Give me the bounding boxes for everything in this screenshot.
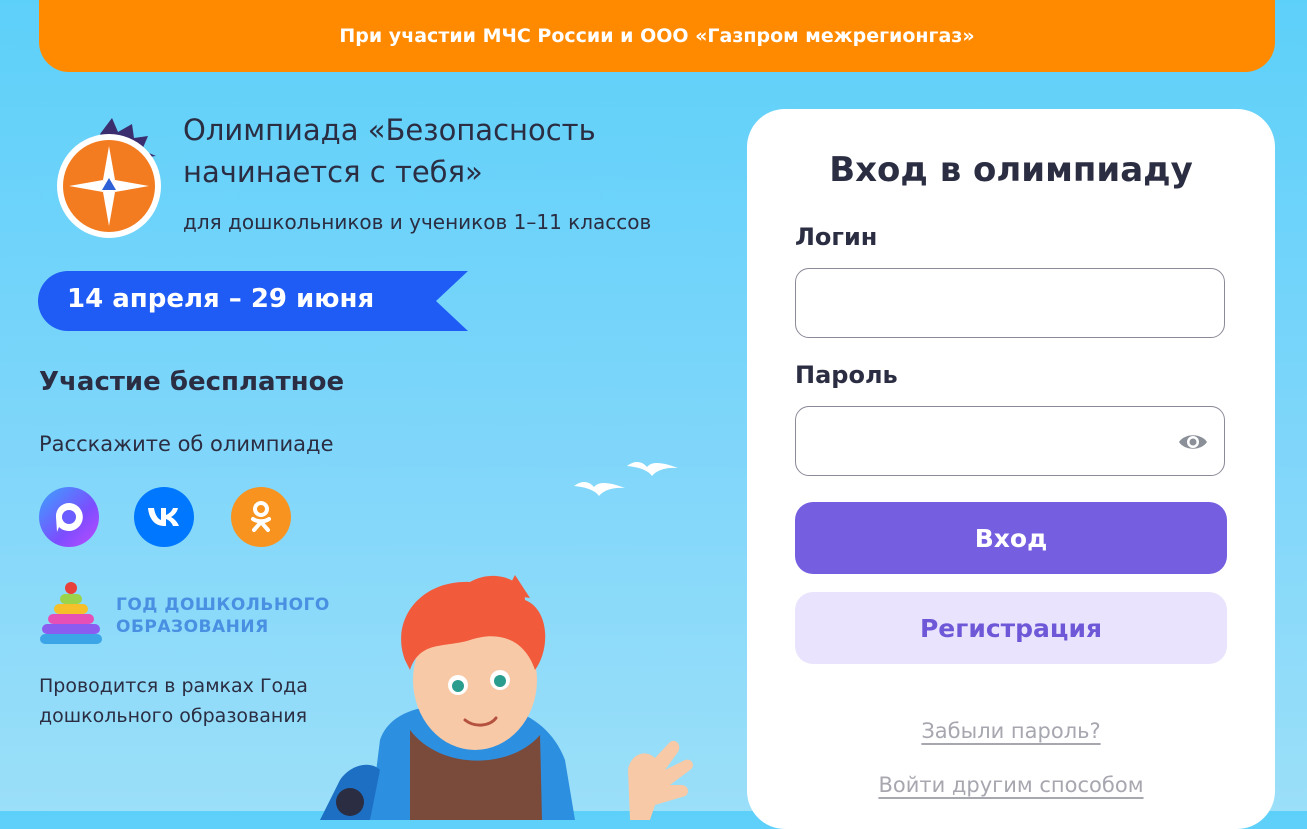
max-messenger-icon	[55, 502, 83, 532]
other-login-method-link[interactable]: Войти другим способом	[878, 773, 1143, 797]
vk-icon	[148, 508, 179, 526]
pyramid-toy-icon	[40, 582, 102, 644]
share-label: Расскажите об олимпиаде	[39, 432, 334, 456]
forgot-password-link[interactable]: Забыли пароль?	[921, 719, 1100, 743]
register-button[interactable]: Регистрация	[795, 592, 1227, 664]
login-button[interactable]: Вход	[795, 502, 1227, 574]
login-input[interactable]	[795, 268, 1225, 338]
date-range: 14 апреля – 29 июня	[67, 284, 375, 314]
login-label: Логин	[795, 223, 878, 251]
password-input[interactable]	[795, 406, 1225, 476]
odnoklassniki-icon	[251, 501, 271, 532]
olympiad-logo-icon	[57, 118, 161, 238]
share-vk-button[interactable]	[134, 487, 194, 547]
login-card-title: Вход в олимпиаду	[829, 150, 1193, 190]
olympiad-subtitle: для дошкольников и учеников 1–11 классов	[183, 210, 652, 234]
olympiad-title: Олимпиада «Безопасность начинается с теб…	[183, 113, 596, 189]
top-banner: При участии МЧС России и ООО «Газпром ме…	[39, 0, 1275, 72]
other-method-link-wrapper: Войти другим способом	[747, 773, 1275, 797]
year-program-label: Проводится в рамках Года дошкольного обр…	[39, 675, 308, 727]
password-label: Пароль	[795, 361, 898, 389]
mascot-illustration	[320, 575, 693, 820]
forgot-password-link-wrapper: Забыли пароль?	[747, 719, 1275, 743]
share-odnoklassniki-button[interactable]	[231, 487, 291, 547]
year-program-logo-text: Год дошкольного образования	[116, 595, 330, 637]
share-max-button[interactable]	[39, 487, 99, 547]
birds-icon	[574, 461, 678, 496]
free-participation-label: Участие бесплатное	[39, 367, 345, 397]
show-password-eye-icon[interactable]	[1177, 428, 1209, 456]
banner-text: При участии МЧС России и ООО «Газпром ме…	[339, 25, 975, 47]
